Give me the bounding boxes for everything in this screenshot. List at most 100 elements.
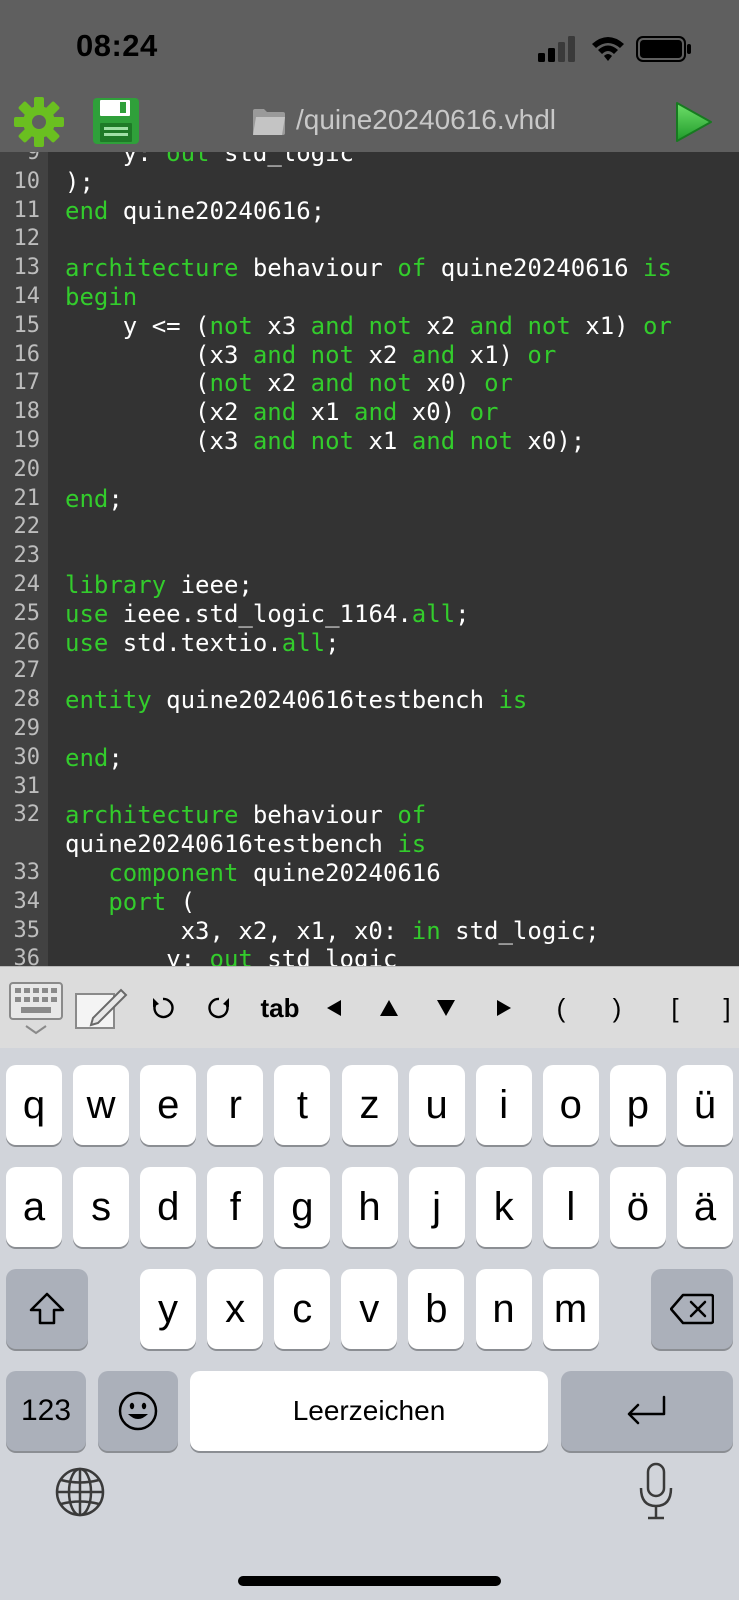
code-keyword: end: [65, 743, 109, 772]
code-lines[interactable]: 9 y: out std_logic 10); 11 end quine2024061…: [0, 152, 739, 966]
backspace-key[interactable]: [651, 1269, 733, 1349]
key-z[interactable]: z: [341, 1065, 398, 1145]
key-b[interactable]: b: [408, 1269, 465, 1349]
code-line[interactable]: 20: [0, 456, 739, 485]
code-line[interactable]: 10);: [0, 168, 739, 197]
code-text: architecture behaviour of quine20240616 …: [65, 254, 672, 283]
cursor-left-button[interactable]: [318, 967, 350, 1049]
code-keyword: begin: [65, 282, 138, 311]
code-line[interactable]: 14 begin: [0, 283, 739, 312]
insert-close-bracket-button[interactable]: ]: [716, 967, 738, 1049]
code-line[interactable]: quine20240616testbench is: [0, 830, 739, 859]
code-line[interactable]: 15 y <= (not x3 and not x2 and not x1) o…: [0, 312, 739, 341]
emoji-key[interactable]: [98, 1371, 178, 1451]
code-line[interactable]: 16 (x3 and not x2 and x1) or: [0, 341, 739, 370]
code-line[interactable]: 31: [0, 773, 739, 802]
code-line[interactable]: 29: [0, 715, 739, 744]
code-line[interactable]: 35 x3, x2, x1, x0: in std_logic;: [0, 917, 739, 946]
insert-close-paren-button[interactable]: ): [604, 967, 630, 1049]
key-p[interactable]: p: [609, 1065, 666, 1145]
settings-gear-icon[interactable]: [14, 97, 64, 147]
code-line[interactable]: 18 (x2 and x1 and x0) or: [0, 398, 739, 427]
insert-open-bracket-button[interactable]: [: [662, 967, 688, 1049]
key-q[interactable]: q: [6, 1065, 62, 1145]
code-line[interactable]: 28 entity quine20240616testbench is: [0, 686, 739, 715]
code-line[interactable]: 25 use ieee.std_logic_1164.all;: [0, 600, 739, 629]
key-ü[interactable]: ü: [677, 1065, 733, 1145]
code-line[interactable]: 23: [0, 542, 739, 571]
key-k[interactable]: k: [475, 1167, 532, 1247]
key-r[interactable]: r: [207, 1065, 264, 1145]
code-token: x0): [397, 398, 470, 427]
key-l[interactable]: l: [542, 1167, 599, 1247]
code-line[interactable]: 34 port (: [0, 888, 739, 917]
line-number: 34: [13, 888, 41, 914]
key-i[interactable]: i: [475, 1065, 532, 1145]
run-play-icon[interactable]: [674, 100, 714, 144]
code-line[interactable]: 32 architecture behaviour of: [0, 801, 739, 830]
key-g[interactable]: g: [274, 1167, 331, 1247]
key-s[interactable]: s: [73, 1167, 130, 1247]
code-line[interactable]: 30 end;: [0, 744, 739, 773]
code-line[interactable]: 26 use std.textio.all;: [0, 629, 739, 658]
code-line[interactable]: 24 library ieee;: [0, 571, 739, 600]
undo-button[interactable]: [142, 967, 184, 1049]
code-token: behaviour: [238, 801, 398, 830]
code-line[interactable]: 36 y: out std_logic: [0, 945, 739, 966]
key-j[interactable]: j: [408, 1167, 465, 1247]
globe-language-icon[interactable]: [54, 1466, 106, 1518]
key-ö[interactable]: ö: [609, 1167, 666, 1247]
tab-button[interactable]: tab: [250, 967, 310, 1049]
microphone-dictation-icon[interactable]: [636, 1462, 676, 1522]
code-line[interactable]: 21 end;: [0, 485, 739, 514]
key-h[interactable]: h: [341, 1167, 398, 1247]
key-v[interactable]: v: [341, 1269, 398, 1349]
code-line[interactable]: 27: [0, 657, 739, 686]
code-line[interactable]: 19 (x3 and not x1 and not x0);: [0, 427, 739, 456]
key-u[interactable]: u: [408, 1065, 465, 1145]
cursor-down-button[interactable]: [430, 967, 462, 1049]
code-line[interactable]: 22: [0, 513, 739, 542]
key-o[interactable]: o: [542, 1065, 599, 1145]
code-line[interactable]: 12: [0, 225, 739, 254]
key-d[interactable]: d: [140, 1167, 197, 1247]
key-e[interactable]: e: [140, 1065, 197, 1145]
code-editor[interactable]: 9 y: out std_logic 10); 11 end quine2024061…: [0, 152, 739, 966]
key-w[interactable]: w: [73, 1065, 130, 1145]
redo-button[interactable]: [198, 967, 240, 1049]
key-x[interactable]: x: [207, 1269, 264, 1349]
code-line[interactable]: 9 y: out std_logic: [0, 152, 739, 168]
insert-open-paren-button[interactable]: (: [548, 967, 574, 1049]
cellular-signal-icon: [538, 36, 575, 62]
code-keyword: and: [310, 369, 355, 398]
hide-keyboard-button[interactable]: [6, 967, 66, 1049]
space-key[interactable]: Leerzeichen: [190, 1371, 548, 1451]
edit-button[interactable]: [72, 967, 130, 1049]
key-t[interactable]: t: [274, 1065, 331, 1145]
key-n[interactable]: n: [475, 1269, 532, 1349]
key-c[interactable]: c: [274, 1269, 331, 1349]
code-token: (: [166, 887, 196, 916]
code-line[interactable]: 13 architecture behaviour of quine2024061…: [0, 254, 739, 283]
code-keyword: component: [108, 858, 239, 887]
numbers-key[interactable]: 123: [6, 1371, 86, 1451]
save-floppy-icon[interactable]: [92, 97, 140, 145]
key-a[interactable]: a: [6, 1167, 62, 1247]
code-line[interactable]: 11 end quine20240616;: [0, 197, 739, 226]
shift-key[interactable]: [6, 1269, 88, 1349]
code-line[interactable]: 33 component quine20240616: [0, 859, 739, 888]
code-text: component quine20240616: [65, 858, 440, 888]
key-m[interactable]: m: [542, 1269, 599, 1349]
cursor-up-button[interactable]: [373, 967, 405, 1049]
line-number: 15: [13, 312, 41, 338]
key-y[interactable]: y: [140, 1269, 196, 1349]
code-token: behaviour: [238, 254, 398, 283]
key-f[interactable]: f: [207, 1167, 264, 1247]
home-indicator[interactable]: [238, 1576, 501, 1586]
code-line[interactable]: 17 (not x2 and not x0) or: [0, 369, 739, 398]
cursor-right-button[interactable]: [488, 967, 520, 1049]
return-key[interactable]: [561, 1371, 733, 1451]
key-ä[interactable]: ä: [677, 1167, 733, 1247]
